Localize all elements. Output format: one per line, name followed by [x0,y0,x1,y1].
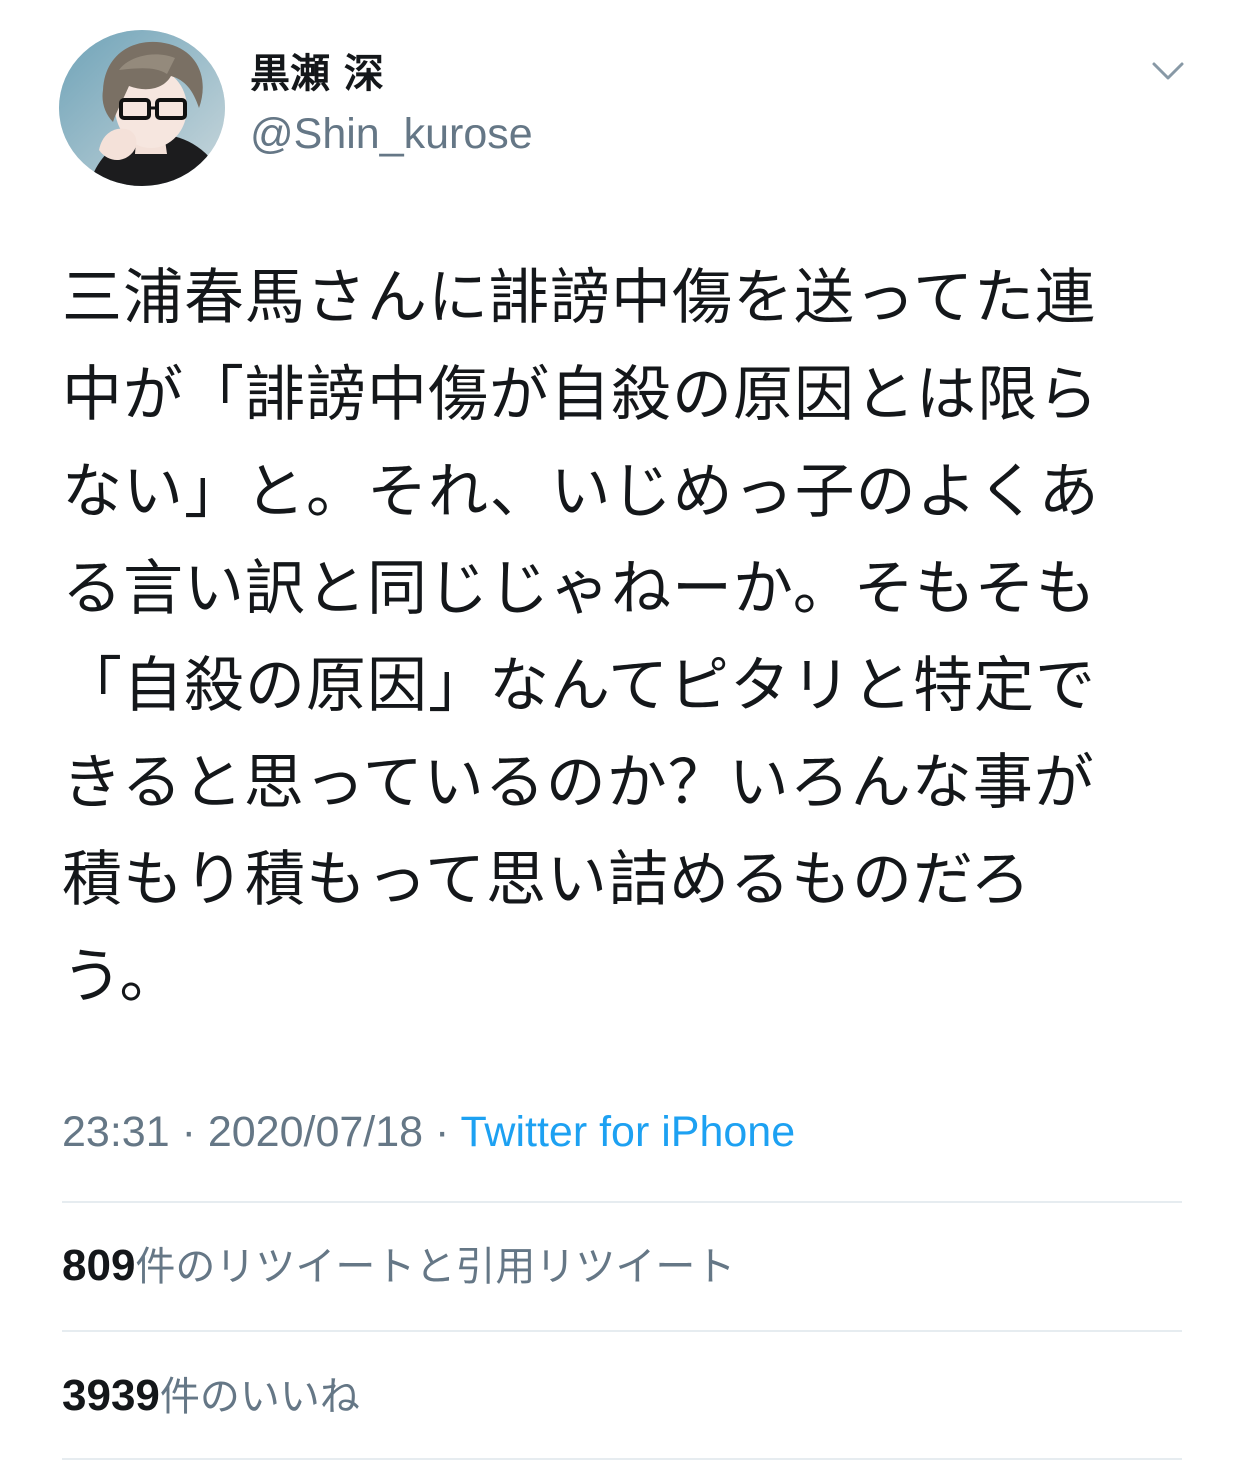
likes-stat[interactable]: 3939件のいいね [62,1366,360,1427]
tweet-text-line: 中が「誹謗中傷が自殺の原因とは限ら [62,360,1099,430]
tweet-meta: 23:31 · 2020/07/18 · Twitter for iPhone [62,1102,795,1162]
tweet-text-line: 三浦春馬さんに誹謗中傷を送ってた連 [62,263,1096,333]
chevron-down-icon[interactable] [1146,52,1190,92]
tweet-text-line: きると思っているのか？いろんな事が [62,748,1095,818]
avatar[interactable] [59,30,225,186]
tweet-header: 黒瀬 深 @Shin_kurose [0,0,1242,200]
divider [62,1201,1182,1203]
retweet-label: 件のリツイートと引用リツイート [135,1244,736,1290]
tweet-date[interactable]: 2020/07/18 [208,1108,423,1156]
retweet-count: 809 [62,1241,136,1290]
meta-separator: · [181,1108,196,1156]
tweet-text-line: ない」と。それ、いじめっ子のよくあ [62,457,1100,527]
avatar-image [59,30,225,186]
user-handle[interactable]: @Shin_kurose [250,106,533,162]
divider [62,1330,1182,1332]
tweet-text-line: 積もり積もって思い詰めるものだろ [62,845,1032,915]
display-name[interactable]: 黒瀬 深 [250,48,384,100]
tweet-text-line: う。 [62,942,181,1012]
like-count: 3939 [62,1371,160,1420]
tweet-text-line: る言い訳と同じじゃねーか。そもそも [62,554,1097,624]
divider [62,1458,1182,1460]
tweet-time: 23:31 [62,1108,170,1156]
retweets-stat[interactable]: 809件のリツイートと引用リツイート [62,1236,735,1297]
tweet-source-link[interactable]: Twitter for iPhone [461,1108,796,1156]
tweet-text: 三浦春馬さんに誹謗中傷を送ってた連 中が「誹謗中傷が自殺の原因とは限ら ない」と… [62,250,1192,1026]
meta-separator: · [435,1108,450,1156]
like-label: 件のいいね [159,1374,360,1420]
tweet-text-line: 「自殺の原因」なんてピタリと特定で [62,651,1096,721]
